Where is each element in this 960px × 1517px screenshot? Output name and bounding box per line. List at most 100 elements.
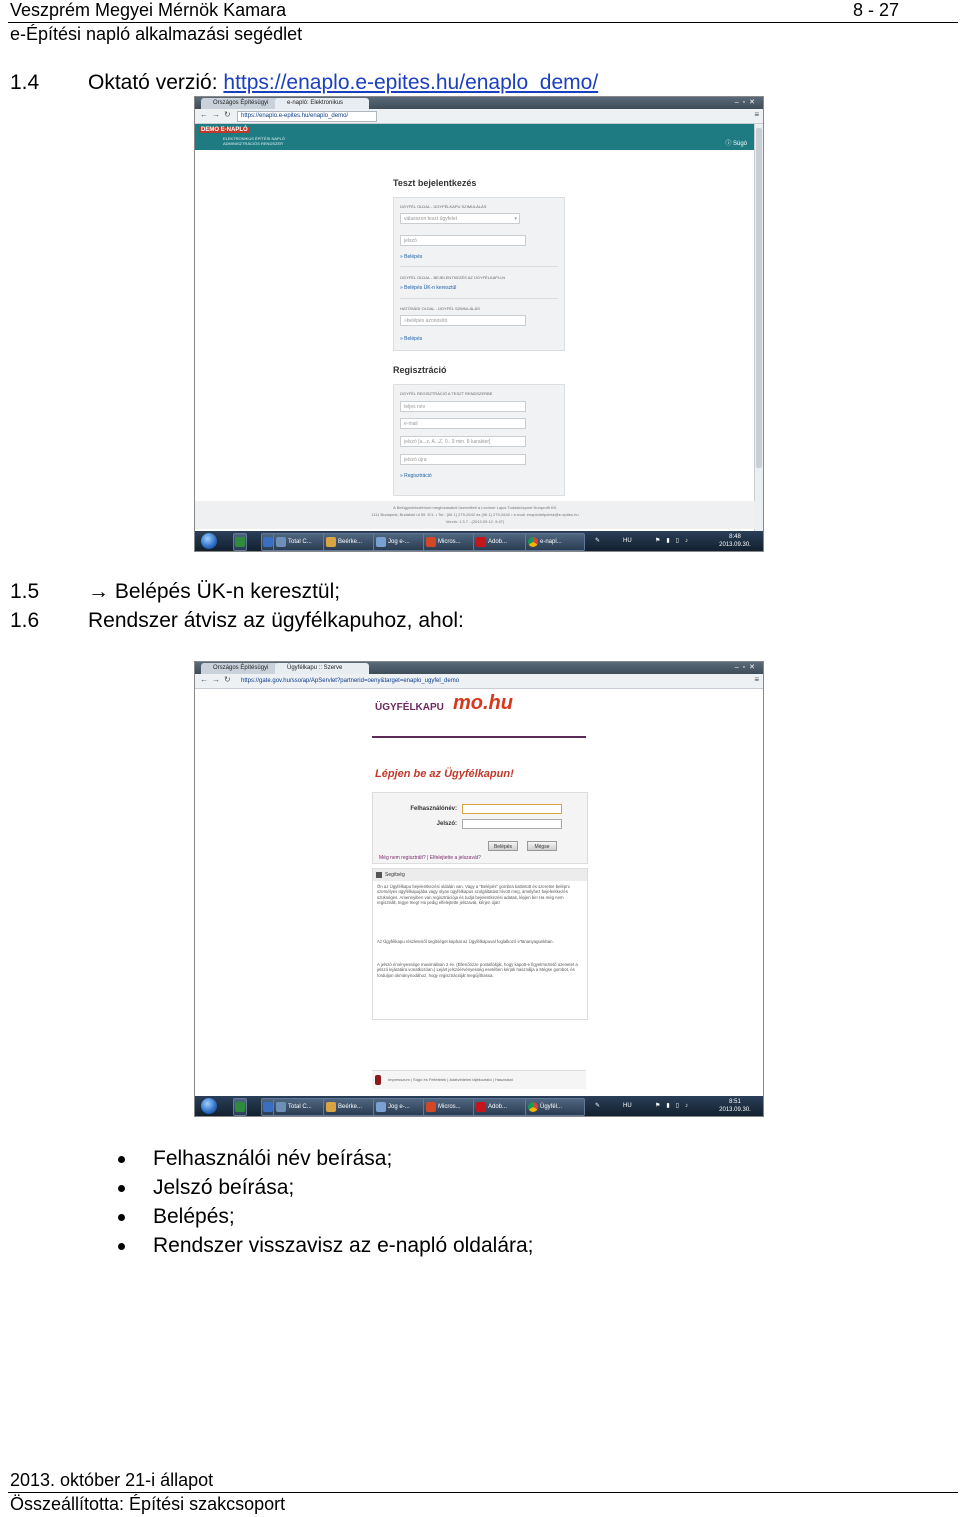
scroll-thumb[interactable] [756, 128, 762, 468]
section-number: 1.4 [10, 71, 40, 94]
taskbar-clock[interactable]: 8:48 2013.09.30. [717, 533, 753, 549]
cancel-button[interactable]: Mégse [527, 841, 557, 851]
pdf-icon [476, 1102, 486, 1112]
bullet-icon [118, 1156, 125, 1163]
window-controls[interactable]: –▫✕ [735, 98, 759, 106]
windows-taskbar: Total C... Beérke... Jog e-... Micros...… [195, 531, 763, 551]
language-indicator[interactable]: HU [623, 1103, 632, 1116]
help-box: Segítség Ön az Ügyfélkapu bejelentkezési… [372, 868, 588, 1020]
mail-icon [326, 1102, 336, 1112]
page-number: 8 - 27 [853, 0, 900, 20]
tray-icons[interactable]: ⚑▮▯♪ [655, 1102, 694, 1116]
confirm-password-field[interactable]: jelszó újra [400, 454, 526, 465]
mohu-logo: mo.hu [453, 692, 513, 714]
help-paragraph: Ön az Ügyfélkapu bejelentkezési oldalán … [377, 884, 570, 906]
pen-icon[interactable]: ✎ [595, 537, 600, 551]
tray-icons[interactable]: ⚑▮▯♪ [655, 537, 694, 551]
register-title: Regisztráció [393, 365, 447, 375]
authority-label: HATÓSÁGI OLDAL - ÜGYFÉL SZIMULÁLÁS [400, 306, 480, 311]
menu-icon[interactable]: ≡ [754, 110, 759, 119]
url-input[interactable]: https://gate.gov.hu/sso/ap/ApServlet?par… [237, 676, 542, 687]
taskbar-label: Jog e-... [388, 1104, 410, 1110]
uk-login-link[interactable]: » Belépés ÜK-n keresztül [400, 285, 456, 291]
login-link[interactable]: » Belépés [400, 254, 422, 260]
total-commander-icon [276, 537, 286, 547]
help-link[interactable]: ⓘ Súgó [725, 138, 747, 147]
taskbar-item[interactable]: Beérke... [323, 533, 377, 551]
email-field[interactable]: e-mail [400, 418, 526, 429]
taskbar-item[interactable]: Total C... [273, 533, 327, 551]
browser-tab-active[interactable]: Ügyfélkapu :: Szerve [275, 663, 369, 674]
chevron-down-icon: ▾ [514, 216, 517, 222]
taskbar-item[interactable]: Jog e-... [373, 533, 427, 551]
floppy-icon [263, 1102, 273, 1112]
section-label: Belépés ÜK-n keresztül; [114, 580, 341, 603]
taskbar-item[interactable]: Beérke... [323, 1098, 377, 1116]
forward-icon[interactable]: → [212, 110, 220, 119]
menu-icon[interactable]: ≡ [754, 675, 759, 684]
footer-links[interactable]: Impresszum | Súgó és Feltételek | Adatvé… [388, 1077, 513, 1082]
reload-icon[interactable]: ↻ [224, 675, 231, 684]
taskbar-clock[interactable]: 8:51 2013.09.30. [717, 1098, 753, 1114]
clock-time: 8:48 [729, 534, 741, 540]
help-title: Segítség [385, 872, 405, 878]
crest-icon [375, 1075, 381, 1085]
taskbar-excel[interactable] [233, 533, 247, 551]
register-link[interactable]: » Regisztráció [400, 473, 432, 479]
browser-tab[interactable]: Országos Építésügyi [201, 98, 283, 109]
header-org: Veszprém Megyei Mérnök Kamara [10, 0, 287, 20]
taskbar-excel[interactable] [233, 1098, 247, 1116]
test-client-select[interactable]: válasszon teszt ügyfelet ▾ [400, 213, 520, 224]
browser-tab-active[interactable]: e-napló: Elektronikus [275, 98, 369, 109]
back-icon[interactable]: ← [200, 675, 208, 684]
taskbar-item[interactable]: Total C... [273, 1098, 327, 1116]
help-label: Súgó [732, 141, 747, 147]
excel-icon [235, 537, 245, 547]
taskbar-item[interactable]: Adob... [473, 1098, 527, 1116]
fullname-field[interactable]: teljes név [400, 401, 526, 412]
demo-url-link[interactable]: https://enaplo.e-epites.hu/enaplo_demo/ [223, 71, 598, 94]
start-button[interactable] [201, 533, 217, 549]
password-input[interactable] [462, 819, 562, 829]
section-label: Rendszer átvisz az ügyfélkapuhoz, ahol: [88, 609, 464, 632]
login-link-2[interactable]: » Belépés [400, 336, 422, 342]
login-button[interactable]: Belépés [488, 841, 518, 851]
register-forgot-links[interactable]: Még nem regisztrált? | Elfelejtette a je… [379, 855, 481, 861]
register-panel: ÜGYFÉL REGISZTRÁCIÓ A TESZT RENDSZERBE t… [393, 384, 565, 496]
select-value: válasszon teszt ügyfelet [404, 216, 458, 222]
back-icon[interactable]: ← [200, 110, 208, 119]
new-password-field[interactable]: jelszó [a...z, A...Z, 0...9 min. 8 karak… [400, 436, 526, 447]
window-controls[interactable]: –▫✕ [735, 663, 759, 671]
url-input[interactable]: https://enaplo.e-epites.hu/enaplo_demo/ [237, 111, 377, 122]
mail-icon [326, 537, 336, 547]
help-paragraph: Az Ügyfélkapu részleteiről segítséget ka… [377, 939, 554, 944]
taskbar-item[interactable]: Micros... [423, 533, 477, 551]
taskbar-item[interactable]: Ügyfél... [525, 1098, 585, 1116]
help-icon [376, 872, 382, 878]
footer-line: A Belügyminisztérium megbízásából üzemel… [393, 505, 557, 510]
chrome-icon [528, 1102, 538, 1112]
footer-line: 1111 Budapest, Budafoki út 59. E/1. • Te… [371, 512, 579, 517]
forward-icon[interactable]: → [212, 675, 220, 684]
language-indicator[interactable]: HU [623, 538, 632, 551]
taskbar-item[interactable]: Micros... [423, 1098, 477, 1116]
arrow-icon: → [88, 580, 109, 603]
scrollbar[interactable] [754, 124, 763, 531]
section-text: Oktató verzió: https://enaplo.e-epites.h… [88, 71, 598, 95]
taskbar-item[interactable]: e-napl... [525, 533, 585, 551]
taskbar-item[interactable]: Jog e-... [373, 1098, 427, 1116]
screenshot-enaplo-demo: Országos Építésügyi e-napló: Elektroniku… [194, 96, 764, 552]
taskbar-item[interactable]: Adob... [473, 533, 527, 551]
login-id-field[interactable]: »belépés azonosító [400, 315, 526, 326]
start-button[interactable] [201, 1098, 217, 1114]
reload-icon[interactable]: ↻ [224, 110, 231, 119]
password-field[interactable]: jelszó [400, 235, 526, 246]
username-input[interactable] [462, 804, 562, 814]
logo-divider [372, 736, 586, 738]
pen-icon[interactable]: ✎ [595, 1102, 600, 1116]
taskbar-label: Jog e-... [388, 539, 410, 545]
browser-tabbar: Országos Építésügyi e-napló: Elektroniku… [195, 97, 763, 109]
login-form: Felhasználónév: Jelszó: Belépés Mégse Mé… [372, 792, 588, 864]
bullet-icon [118, 1214, 125, 1221]
browser-tab[interactable]: Országos Építésügyi [201, 663, 283, 674]
